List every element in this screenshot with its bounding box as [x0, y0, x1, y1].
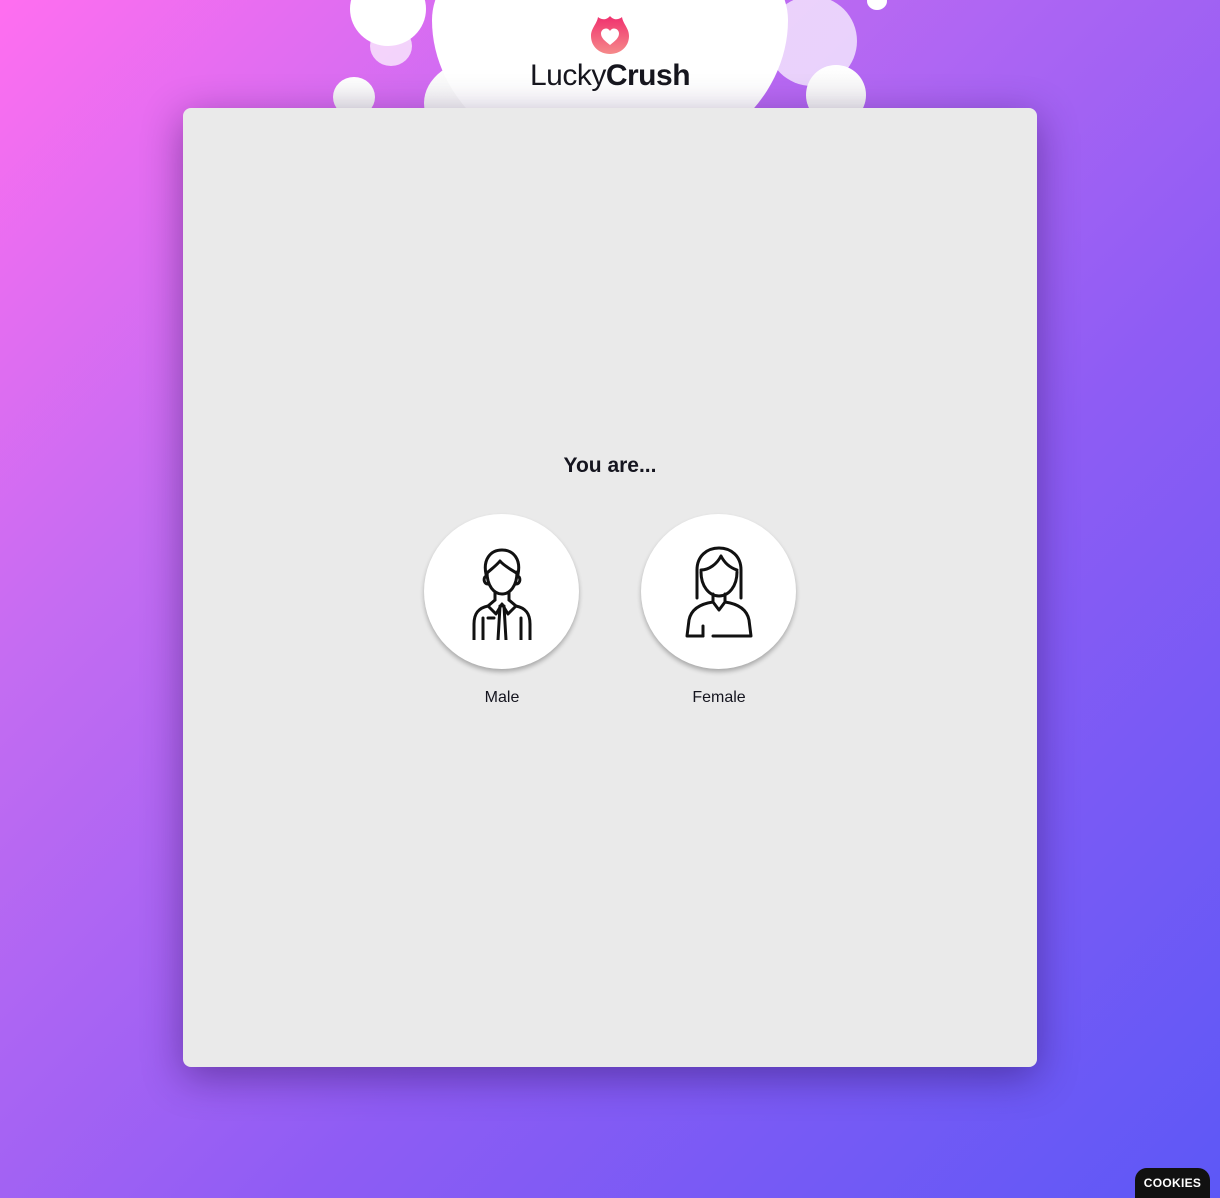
female-avatar-icon — [685, 546, 752, 637]
male-option-circle[interactable] — [424, 514, 579, 669]
male-avatar-icon — [472, 548, 531, 640]
female-option-circle[interactable] — [641, 514, 796, 669]
cookies-button[interactable]: COOKIES — [1135, 1168, 1210, 1198]
brand-name-light: Lucky — [529, 59, 606, 92]
female-option-label: Female — [692, 689, 746, 706]
question-heading: You are... — [563, 454, 657, 477]
male-option-button[interactable]: Male — [424, 514, 580, 707]
male-option-label: Male — [484, 689, 520, 706]
brand-wordmark: LuckyCrush — [0, 58, 1220, 94]
female-option-button[interactable]: Female — [641, 514, 797, 707]
brand-name-bold: Crush — [605, 59, 691, 92]
gender-select-card: You are... Male Female — [183, 108, 1037, 1067]
brand-logo[interactable]: LuckyCrush — [0, 14, 1220, 94]
decor-bubble — [867, 0, 887, 10]
heart-flame-icon — [591, 16, 629, 54]
